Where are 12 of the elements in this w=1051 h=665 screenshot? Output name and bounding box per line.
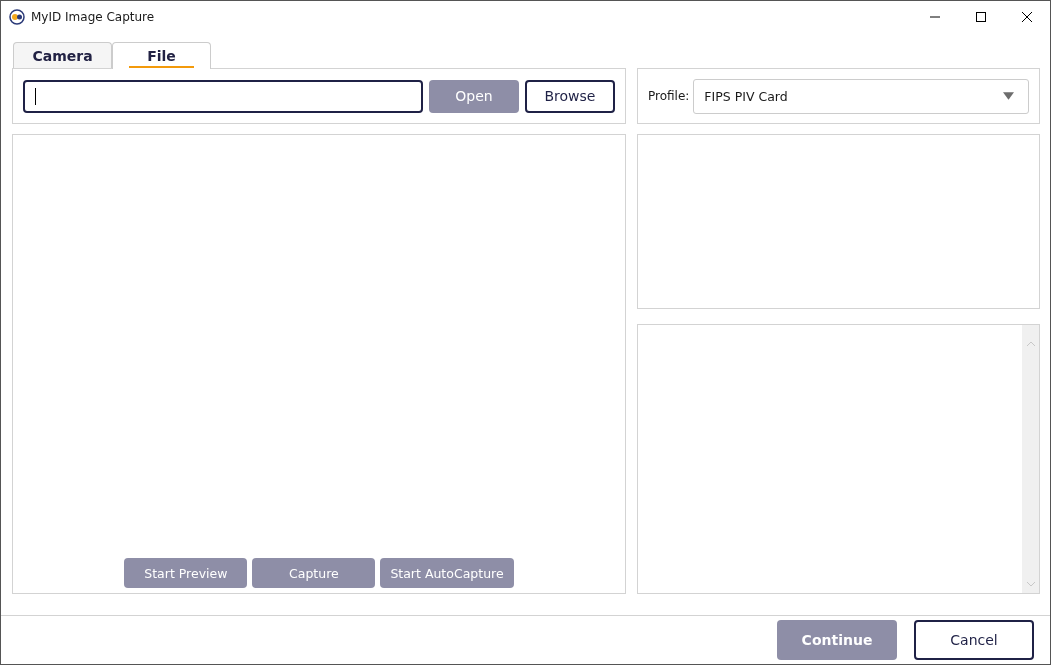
app-logo-icon (9, 9, 25, 25)
tab[interactable]: Camera (13, 42, 112, 68)
file-path-field[interactable] (23, 79, 423, 113)
maximize-icon[interactable] (976, 12, 986, 22)
tab[interactable]: File (112, 42, 211, 69)
close-icon[interactable] (1022, 12, 1032, 22)
profile-label: Profile: (648, 89, 690, 103)
file-action-button[interactable]: Browse (525, 79, 615, 113)
dialog-button[interactable]: Cancel (914, 620, 1034, 660)
dropdown-arrow-icon (1003, 92, 1014, 100)
window-title: MyID Image Capture (31, 10, 155, 24)
profile-dropdown[interactable]: FIPS PIV Card (693, 78, 1029, 114)
